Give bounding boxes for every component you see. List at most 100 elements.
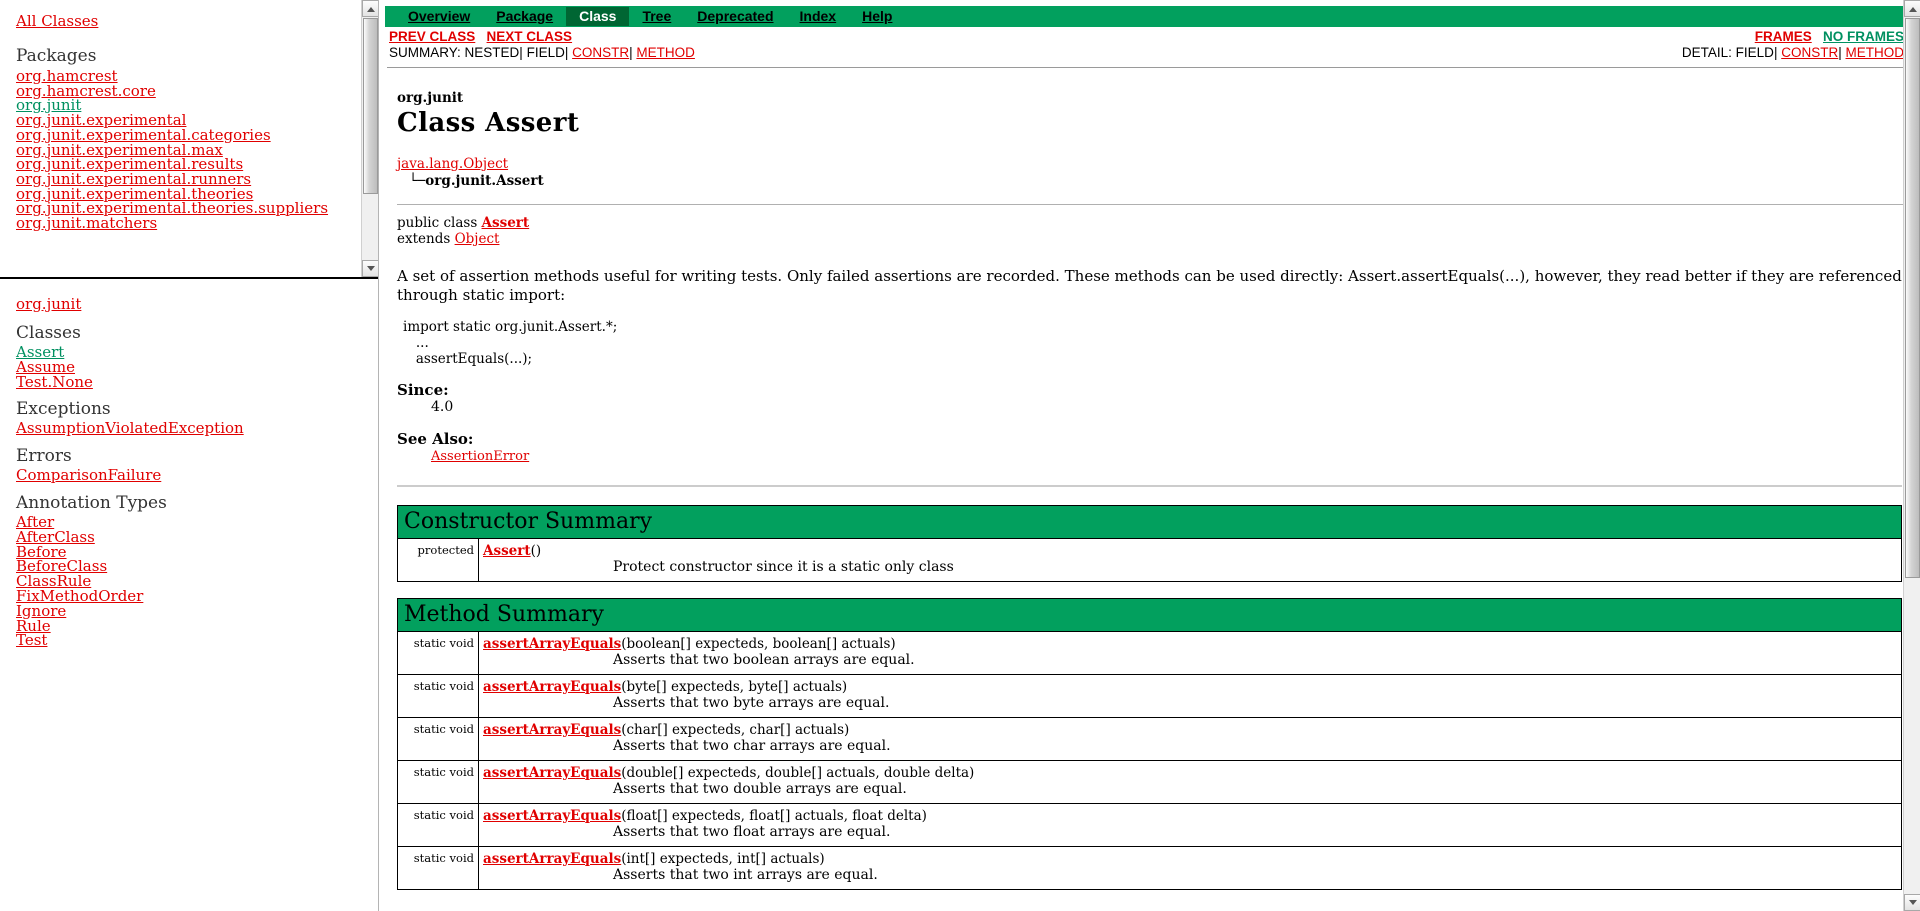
summary-label: SUMMARY: (389, 45, 461, 60)
see-also-link[interactable]: AssertionError (431, 449, 529, 464)
nav-item-help[interactable]: Help (849, 8, 905, 25)
declaration-extends-keyword: extends (397, 231, 455, 247)
declaration-class-name[interactable]: Assert (482, 215, 530, 231)
navbar-divider (387, 67, 1910, 68)
class-link[interactable]: ComparisonFailure (16, 468, 370, 483)
member-params: (char[] expecteds, char[] actuals) (621, 722, 850, 738)
class-link[interactable]: AssumptionViolatedException (16, 421, 370, 436)
signature-cell: assertArrayEquals(float[] expecteds, flo… (478, 803, 1902, 847)
nav-item-tree[interactable]: Tree (629, 8, 684, 25)
member-params: (int[] expecteds, int[] actuals) (621, 851, 825, 867)
inheritance-level-1: java.lang.Object (397, 156, 1906, 173)
scroll-down-arrow-icon[interactable] (362, 260, 378, 277)
scrollbar-thumb[interactable] (363, 18, 378, 194)
detail-field-label: FIELD (1735, 45, 1774, 60)
scroll-up-arrow-icon[interactable] (1904, 0, 1920, 17)
method-summary-caption: Method Summary (404, 602, 604, 627)
detail-label: DETAIL: (1681, 45, 1732, 60)
declaration-line-2: extends Object (397, 231, 1906, 247)
nav-link[interactable]: Help (862, 8, 892, 24)
next-class-link[interactable]: NEXT CLASS (487, 29, 573, 44)
declaration-divider (397, 204, 1904, 205)
nav-item-overview[interactable]: Overview (395, 8, 483, 25)
signature-cell: assertArrayEquals(byte[] expecteds, byte… (478, 674, 1902, 718)
no-frames-link[interactable]: NO FRAMES (1823, 29, 1904, 44)
class-link[interactable]: AfterClass (16, 529, 370, 545)
class-link[interactable]: Test.None (16, 374, 370, 390)
inheritance-self: org.junit.Assert (425, 173, 544, 189)
detail-method-link[interactable]: METHOD (1846, 45, 1905, 60)
sub-navigation-bar: PREV CLASS NEXT CLASS SUMMARY: NESTED| F… (385, 29, 1914, 61)
declaration-superclass-link[interactable]: Object (455, 231, 500, 247)
tree-branch-icon: └─ (409, 173, 426, 189)
current-package-link[interactable]: org.junit (16, 295, 81, 313)
member-link[interactable]: Assert (483, 543, 531, 559)
package-frame-scrollbar[interactable] (361, 0, 378, 277)
constructor-summary-caption: Constructor Summary (404, 509, 653, 534)
class-group-list: AssumptionViolatedException (16, 421, 370, 436)
class-group-heading: Exceptions (16, 399, 111, 420)
package-list: org.hamcrest org.hamcrest.core org.junit or… (16, 69, 370, 231)
inheritance-level-2: └─org.junit.Assert (409, 173, 1906, 190)
member-description: Asserts that two double arrays are equal… (613, 781, 907, 797)
scroll-down-arrow-icon[interactable] (1904, 894, 1920, 911)
javadoc-frameset: All Classes Packages org.hamcrest org.ham… (0, 0, 1920, 911)
summary-constr-link[interactable]: CONSTR (572, 45, 629, 60)
table-row: static void assertArrayEquals(byte[] expe… (397, 674, 1902, 718)
package-list-frame: All Classes Packages org.hamcrest org.ham… (0, 0, 378, 279)
class-group-list: After AfterClass Before BeforeClass ClassRul… (16, 515, 370, 648)
nav-item-deprecated[interactable]: Deprecated (684, 8, 786, 25)
nav-item-index[interactable]: Index (787, 8, 850, 25)
member-link[interactable]: assertArrayEquals (483, 765, 621, 781)
class-link[interactable]: Test (16, 633, 370, 648)
summary-sep-3: | (629, 45, 633, 60)
class-detail-frame: Overview Package Class Tree Deprecated Index H… (378, 0, 1920, 911)
nav-link[interactable]: Tree (642, 8, 671, 24)
nav-link[interactable]: Overview (408, 8, 470, 24)
signature-cell: assertArrayEquals(int[] expecteds, int[]… (478, 846, 1902, 890)
summary-method-link[interactable]: METHOD (636, 45, 695, 60)
all-classes-link[interactable]: All Classes (16, 12, 98, 30)
member-link[interactable]: assertArrayEquals (483, 679, 621, 695)
nav-link[interactable]: Package (496, 8, 553, 24)
class-package-label: org.junit (397, 90, 464, 106)
modifier-cell: static void (397, 760, 479, 804)
table-row: static void assertArrayEquals(int[] expec… (397, 846, 1902, 890)
class-link[interactable]: FixMethodOrder (16, 589, 370, 604)
member-params: (double[] expecteds, double[] actuals, d… (621, 765, 975, 781)
content-frame-scrollbar[interactable] (1903, 0, 1920, 911)
modifier-cell: static void (397, 717, 479, 761)
nav-link[interactable]: Index (800, 8, 837, 24)
member-link[interactable]: assertArrayEquals (483, 808, 621, 824)
scroll-up-arrow-icon[interactable] (362, 0, 378, 17)
class-description: A set of assertion methods useful for wr… (397, 267, 1902, 304)
table-row: static void assertArrayEquals(float[] exp… (397, 803, 1902, 847)
class-description-code: import static org.junit.Assert.*; ... as… (403, 319, 618, 367)
member-link[interactable]: assertArrayEquals (483, 851, 621, 867)
nav-link[interactable]: Deprecated (697, 8, 773, 24)
member-params: () (530, 543, 542, 559)
method-summary-rows: static void assertArrayEquals(boolean[] e… (397, 631, 1902, 890)
prev-class-link[interactable]: PREV CLASS (389, 29, 475, 44)
table-row: static void assertArrayEquals(boolean[] e… (397, 631, 1902, 675)
constructor-summary-caption-cell: Constructor Summary (397, 505, 1902, 539)
class-declaration: public class Assert extends Object (397, 215, 1906, 247)
package-link[interactable]: org.junit.matchers (16, 216, 370, 231)
class-link[interactable]: Ignore (16, 603, 370, 619)
scrollbar-thumb[interactable] (1905, 18, 1920, 578)
superclass-link[interactable]: java.lang.Object (397, 156, 508, 172)
member-link[interactable]: assertArrayEquals (483, 722, 621, 738)
detail-constr-link[interactable]: CONSTR (1781, 45, 1838, 60)
member-description: Protect constructor since it is a static… (613, 559, 954, 575)
nav-item-class[interactable]: Class (566, 7, 630, 26)
summary-sep-1: | (519, 45, 523, 60)
modifier-cell: static void (397, 803, 479, 847)
detail-sep-1: | (1773, 45, 1778, 60)
class-link[interactable]: Rule (16, 618, 370, 634)
member-link[interactable]: assertArrayEquals (483, 636, 621, 652)
method-summary-caption-cell: Method Summary (397, 598, 1902, 632)
nav-item-package[interactable]: Package (483, 8, 566, 25)
frames-link[interactable]: FRAMES (1755, 29, 1812, 44)
member-params: (float[] expecteds, float[] actuals, flo… (621, 808, 927, 824)
top-navigation-bar: Overview Package Class Tree Deprecated Index H… (385, 6, 1914, 27)
